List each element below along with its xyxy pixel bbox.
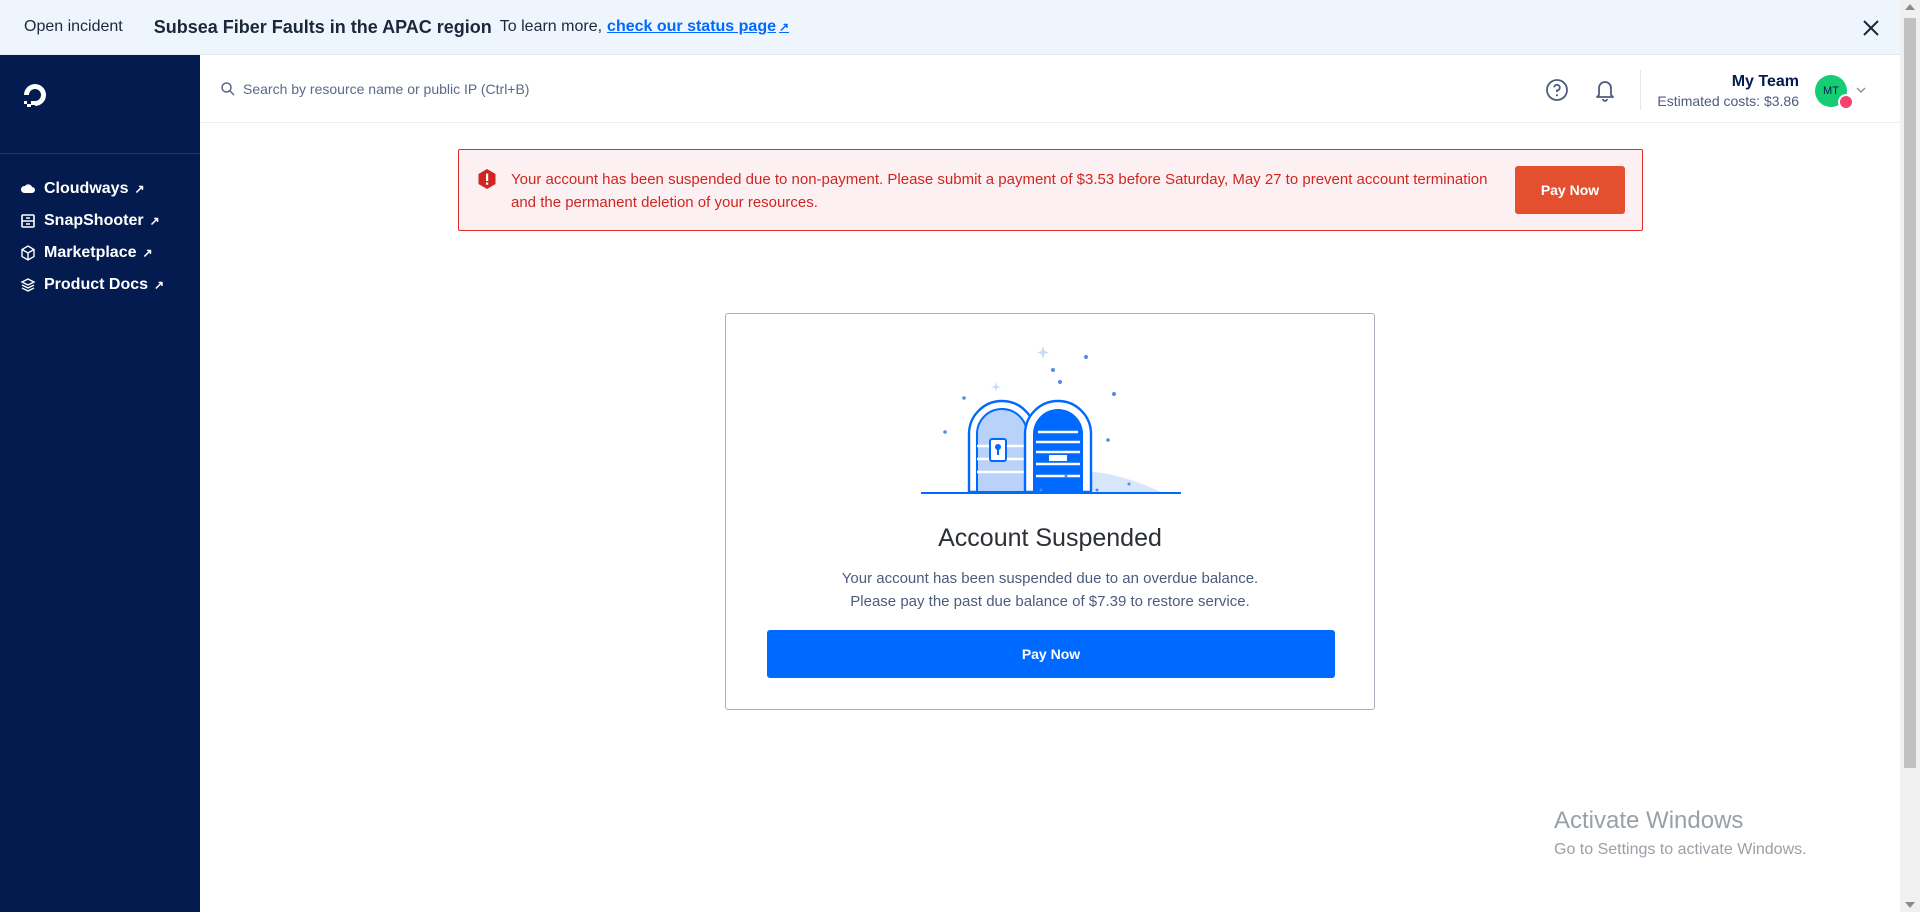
external-link-icon: ↗ <box>134 182 145 196</box>
incident-banner: Open incident Subsea Fiber Faults in the… <box>0 0 1900 55</box>
suspension-alert: Your account has been suspended due to n… <box>458 149 1643 231</box>
layers-icon <box>20 278 36 292</box>
watermark-subtitle: Go to Settings to activate Windows. <box>1554 841 1807 858</box>
sidebar-item-snapshooter[interactable]: SnapShooter ↗ <box>20 205 164 237</box>
cloud-icon <box>20 184 35 193</box>
sidebar-item-label: Product Docs <box>44 276 149 293</box>
external-link-icon: ↗ <box>142 246 153 260</box>
alert-message: Your account has been suspended due to n… <box>511 171 1488 211</box>
sidebar-item-label: Cloudways <box>44 180 129 197</box>
incident-title: Subsea Fiber Faults in the APAC region <box>153 16 492 37</box>
external-link-icon: ↗ <box>149 214 160 228</box>
scroll-down-arrow-icon[interactable] <box>1905 902 1915 908</box>
card-description: Your account has been suspended due to a… <box>726 567 1374 613</box>
card-pay-now-button[interactable]: Pay Now <box>767 630 1335 678</box>
alert-pay-now-button[interactable]: Pay Now <box>1515 166 1625 214</box>
incident-text: To learn more, <box>499 18 603 35</box>
warning-icon <box>478 169 496 189</box>
team-name: My Team <box>1731 73 1799 90</box>
card-title: Account Suspended <box>938 524 1162 552</box>
activate-windows-watermark: Activate Windows Go to Settings to activ… <box>1554 807 1807 859</box>
status-page-link-label: check our status page <box>607 18 776 35</box>
sidebar: Cloudways ↗ SnapShooter ↗ Marketplace ↗ … <box>0 55 200 912</box>
external-link-icon: ↗ <box>779 20 790 34</box>
chevron-down-icon[interactable] <box>1855 84 1867 96</box>
cube-icon <box>21 245 35 261</box>
page-scrollbar[interactable] <box>1900 0 1920 912</box>
avatar-badge-icon <box>1838 94 1854 110</box>
scroll-up-arrow-icon[interactable] <box>1905 4 1915 10</box>
status-page-link[interactable]: check our status page ↗ <box>607 18 789 36</box>
team-switcher[interactable]: My Team Estimated costs: $3.86 <box>1657 73 1799 109</box>
scrollbar-thumb[interactable] <box>1904 18 1916 768</box>
search-icon <box>221 82 235 96</box>
search-bar <box>221 81 663 97</box>
help-icon[interactable] <box>1545 78 1569 102</box>
incident-tag: Open incident <box>24 18 123 35</box>
close-icon[interactable] <box>1860 17 1882 39</box>
account-suspended-card: Account Suspended Your account has been … <box>725 313 1375 710</box>
watermark-title: Activate Windows <box>1554 807 1744 834</box>
estimated-costs: Estimated costs: $3.86 <box>1657 93 1799 109</box>
search-input[interactable] <box>243 81 663 97</box>
sidebar-item-cloudways[interactable]: Cloudways ↗ <box>20 173 164 205</box>
bell-icon[interactable] <box>1594 78 1616 102</box>
sidebar-nav: Cloudways ↗ SnapShooter ↗ Marketplace ↗ … <box>20 173 164 301</box>
digitalocean-logo-icon[interactable] <box>20 80 50 110</box>
card-description-line-2: Please pay the past due balance of $7.39… <box>850 593 1250 610</box>
sidebar-item-marketplace[interactable]: Marketplace ↗ <box>20 237 164 269</box>
treasure-chest-illustration <box>921 346 1181 494</box>
sidebar-item-label: SnapShooter <box>44 212 144 229</box>
snapshot-icon <box>21 214 35 228</box>
sidebar-divider <box>0 153 200 154</box>
sidebar-item-label: Marketplace <box>44 244 137 261</box>
external-link-icon: ↗ <box>154 278 165 292</box>
top-header: My Team Estimated costs: $3.86 MT <box>200 55 1900 123</box>
header-divider <box>1640 70 1641 110</box>
card-description-line-1: Your account has been suspended due to a… <box>841 570 1259 587</box>
sidebar-item-product-docs[interactable]: Product Docs ↗ <box>20 269 164 301</box>
